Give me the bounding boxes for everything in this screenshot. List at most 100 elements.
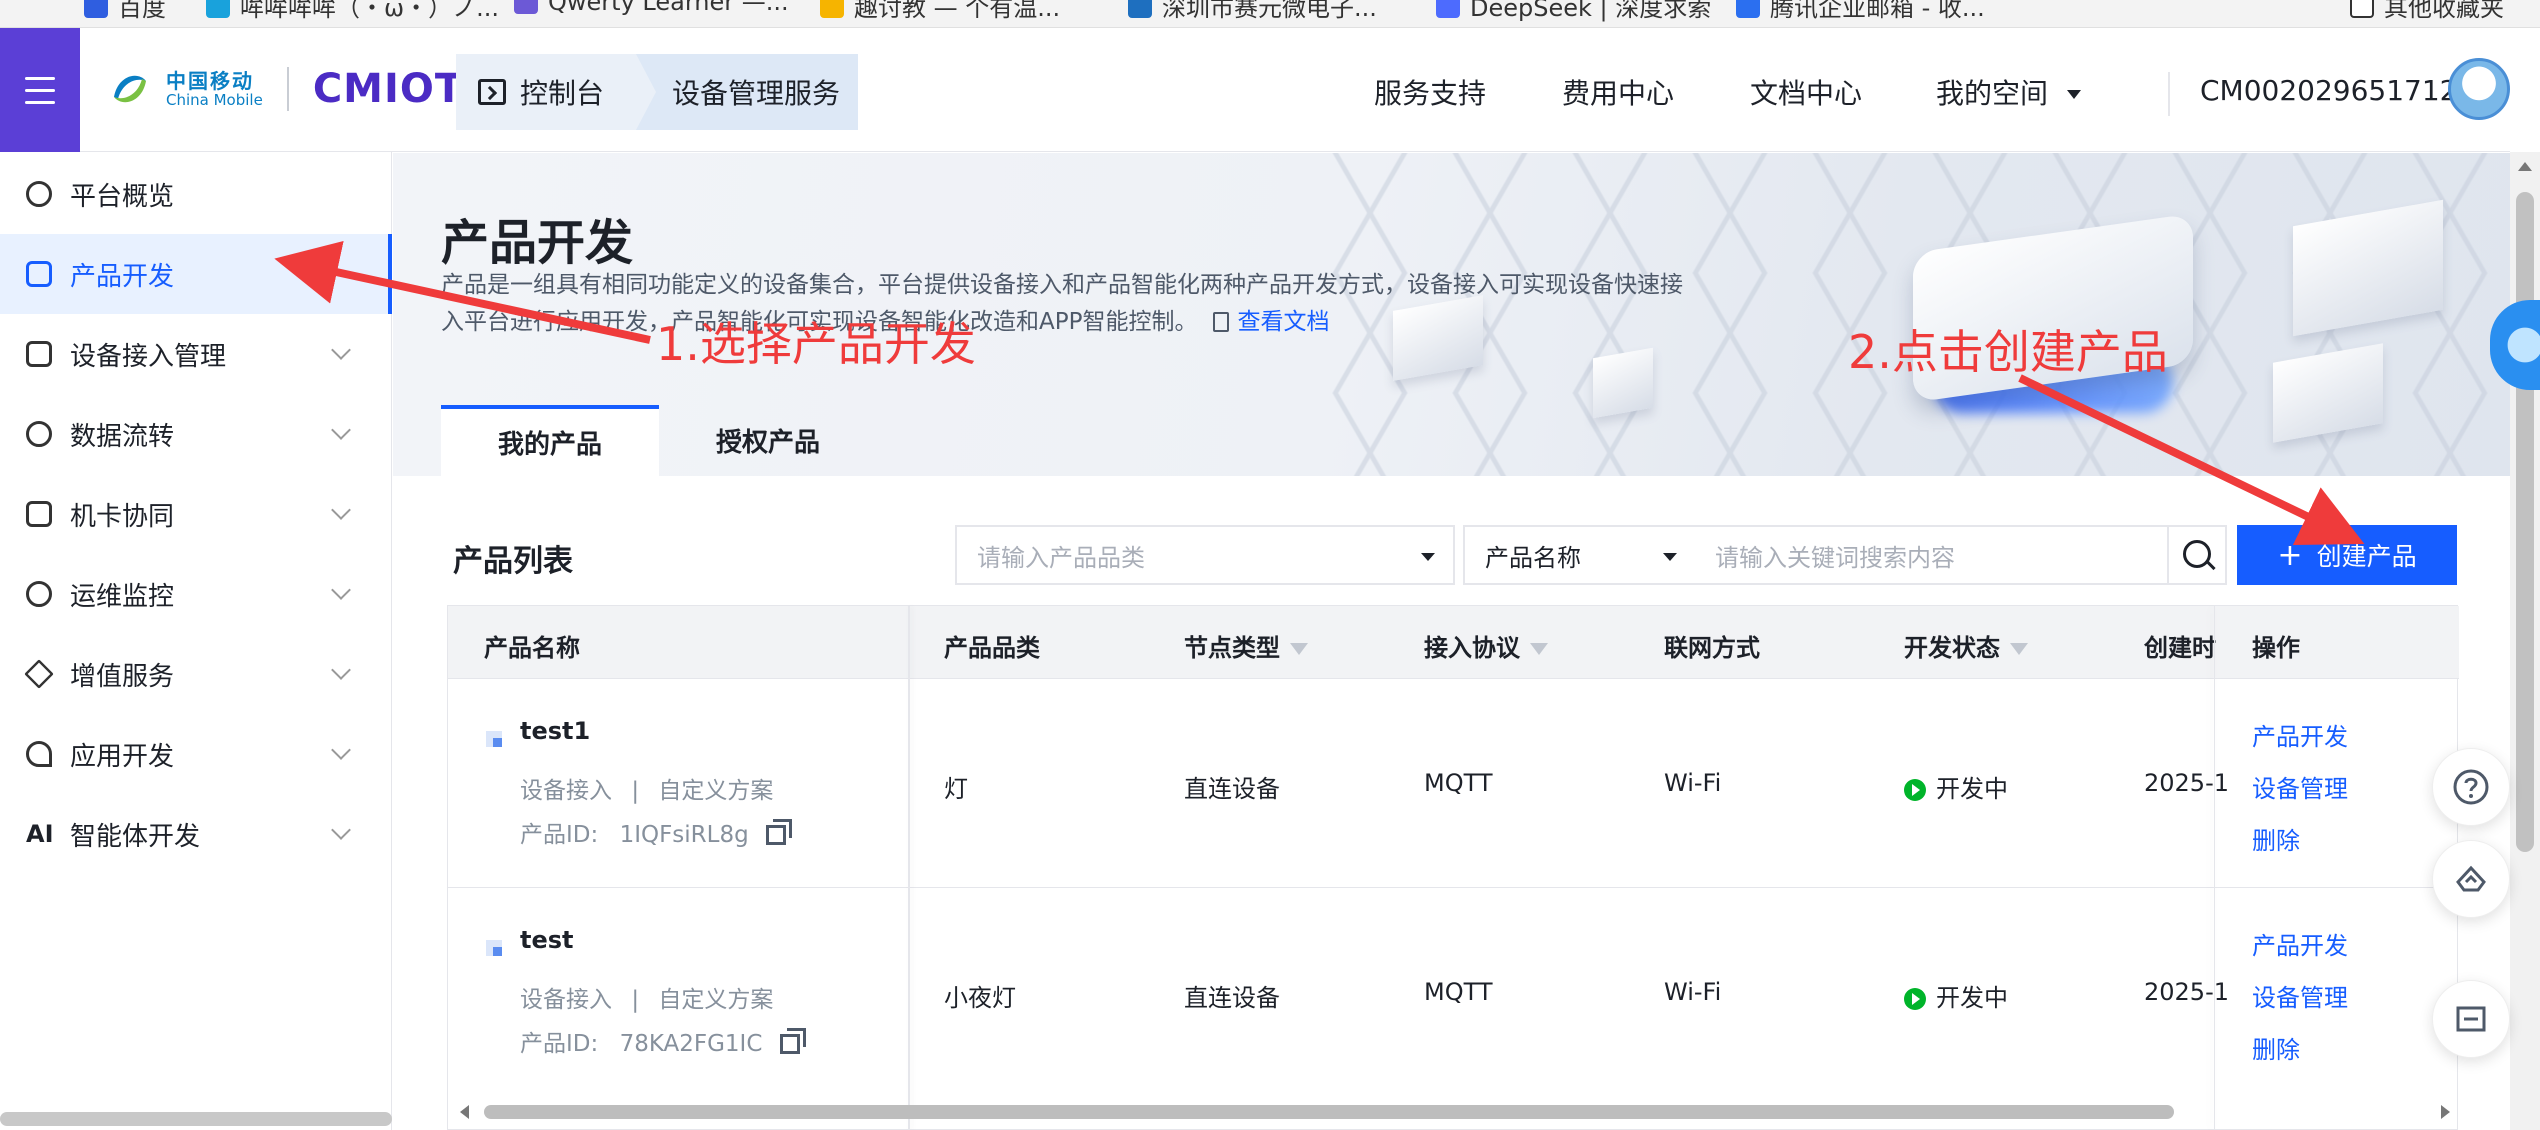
nav-billing-center[interactable]: 费用中心 bbox=[1562, 72, 1674, 112]
copy-icon[interactable] bbox=[779, 1028, 806, 1054]
logo[interactable]: 中国移动 China Mobile CMIOT bbox=[108, 66, 463, 112]
tab-authorized-products[interactable]: 授权产品 bbox=[659, 405, 877, 476]
chevron-down-icon bbox=[331, 420, 351, 440]
access-protocol: MQTT bbox=[1424, 978, 1493, 1006]
filter-icon[interactable] bbox=[1530, 643, 1548, 655]
column-header: 联网方式 bbox=[1664, 634, 1760, 662]
logo-divider bbox=[286, 67, 289, 111]
sidebar-item-card-sync[interactable]: 机卡协同 bbox=[0, 474, 392, 554]
search-field-select[interactable]: 产品名称 bbox=[1463, 525, 1697, 585]
account-id[interactable]: CM002029651712 bbox=[2200, 74, 2457, 107]
user-avatar[interactable] bbox=[2448, 58, 2510, 120]
sidebar-item-value-added[interactable]: 增值服务 bbox=[0, 634, 392, 714]
chevron-down-icon bbox=[331, 500, 351, 520]
nav-service-support[interactable]: 服务支持 bbox=[1374, 72, 1486, 112]
bookmark-item[interactable]: 腾讯企业邮箱 - 收... bbox=[1736, 0, 1985, 23]
product-cube-icon bbox=[26, 261, 52, 287]
column-header: 产品名称 bbox=[484, 634, 580, 662]
copy-icon[interactable] bbox=[766, 819, 793, 845]
scroll-up-arrow-icon[interactable] bbox=[2518, 162, 2532, 171]
nav-my-space[interactable]: 我的空间 bbox=[1936, 72, 2081, 112]
china-mobile-logo-icon bbox=[114, 75, 146, 103]
bookmark-item[interactable]: 趣讨教 — 个有温... bbox=[820, 0, 1060, 23]
annotation-step-2: 2.点击创建产品 bbox=[1848, 325, 2168, 379]
dev-status: 开发中 bbox=[1904, 769, 2008, 804]
search-button[interactable] bbox=[2167, 525, 2227, 585]
product-id: 产品ID: 78KA2FG1IC bbox=[520, 1024, 806, 1058]
back-to-top-button[interactable] bbox=[2432, 840, 2510, 918]
op-delete-link[interactable]: 删除 bbox=[2252, 821, 2300, 856]
chevron-down-icon bbox=[331, 740, 351, 760]
folder-icon bbox=[2350, 0, 2374, 18]
feedback-button[interactable] bbox=[2432, 980, 2510, 1058]
column-header: 创建时 bbox=[2144, 634, 2216, 662]
sidebar: 平台概览 产品开发 设备接入管理 数据流转 机卡协同 运维监控 增值服务 应用开… bbox=[0, 152, 392, 1130]
scrollbar-thumb[interactable] bbox=[2516, 192, 2534, 852]
sidebar-scrollbar[interactable] bbox=[0, 1112, 392, 1126]
page-title: 产品开发 bbox=[441, 215, 634, 271]
op-device-manage-link[interactable]: 设备管理 bbox=[2252, 978, 2348, 1013]
create-product-button[interactable]: + 创建产品 bbox=[2237, 525, 2457, 585]
star-icon bbox=[820, 0, 844, 18]
op-device-manage-link[interactable]: 设备管理 bbox=[2252, 769, 2348, 804]
bookmarks-bar: 百度 哞哞哞哞（・ω・）ノ... Qwerty Learner —... 趣讨教… bbox=[0, 0, 2540, 28]
data-flow-icon bbox=[26, 421, 52, 447]
ai-icon: AI bbox=[26, 820, 54, 848]
sidebar-item-product-dev[interactable]: 产品开发 bbox=[0, 234, 392, 314]
view-docs-link[interactable]: 查看文档 bbox=[1213, 309, 1329, 335]
header-divider bbox=[2168, 72, 2170, 116]
annotation-step-1: 1.选择产品开发 bbox=[656, 317, 976, 371]
product-icon bbox=[486, 731, 502, 747]
sidebar-item-data-flow[interactable]: 数据流转 bbox=[0, 394, 392, 474]
tab-my-products[interactable]: 我的产品 bbox=[441, 405, 659, 476]
help-button[interactable] bbox=[2432, 748, 2510, 826]
filter-icon[interactable] bbox=[2010, 643, 2028, 655]
bookmark-item[interactable]: 哞哞哞哞（・ω・）ノ... bbox=[206, 0, 499, 23]
product-tabs: 我的产品 授权产品 bbox=[441, 405, 877, 476]
question-circle-icon bbox=[2453, 769, 2489, 805]
sidebar-item-app-dev[interactable]: 应用开发 bbox=[0, 714, 392, 794]
nav-doc-center[interactable]: 文档中心 bbox=[1750, 72, 1862, 112]
op-delete-link[interactable]: 删除 bbox=[2252, 1030, 2300, 1065]
sidebar-item-platform-overview[interactable]: 平台概览 bbox=[0, 154, 392, 234]
baidu-icon bbox=[84, 0, 108, 18]
product-name[interactable]: test1 bbox=[520, 717, 590, 745]
chevron-down-icon bbox=[331, 660, 351, 680]
chevron-down-icon bbox=[331, 340, 351, 360]
sidebar-item-ops-monitor[interactable]: 运维监控 bbox=[0, 554, 392, 634]
created-time: 2025-1 bbox=[2144, 978, 2230, 1006]
scroll-left-arrow-icon[interactable] bbox=[460, 1105, 469, 1119]
caret-down-icon bbox=[2066, 90, 2081, 99]
access-protocol: MQTT bbox=[1424, 769, 1493, 797]
op-product-dev-link[interactable]: 产品开发 bbox=[2252, 717, 2348, 752]
top-header: 中国移动 China Mobile CMIOT 控制台 设备管理服务 服务支持 … bbox=[0, 28, 2510, 152]
banner-building bbox=[1593, 347, 1653, 419]
hamburger-menu-button[interactable] bbox=[0, 28, 80, 152]
bookmark-item[interactable]: 深圳市赛元微电子... bbox=[1128, 0, 1377, 23]
op-product-dev-link[interactable]: 产品开发 bbox=[2252, 926, 2348, 961]
column-header-filterable[interactable]: 节点类型 bbox=[1184, 628, 1308, 663]
product-category: 灯 bbox=[944, 775, 968, 803]
deepseek-icon bbox=[1436, 0, 1460, 18]
breadcrumb-device-service[interactable]: 设备管理服务 bbox=[636, 54, 858, 130]
cloud-up-icon bbox=[2456, 865, 2486, 892]
sidebar-item-device-access[interactable]: 设备接入管理 bbox=[0, 314, 392, 394]
bookmark-item[interactable]: DeepSeek | 深度求索 bbox=[1436, 0, 1711, 23]
scroll-right-arrow-icon[interactable] bbox=[2441, 1105, 2450, 1119]
bookmark-folder[interactable]: 其他收藏夹 bbox=[2350, 0, 2504, 23]
breadcrumb-console[interactable]: 控制台 bbox=[456, 54, 656, 130]
column-header-filterable[interactable]: 接入协议 bbox=[1424, 628, 1548, 663]
table-horizontal-scrollbar[interactable] bbox=[460, 1103, 2450, 1121]
scrollbar-thumb[interactable] bbox=[484, 1105, 2174, 1119]
keyword-search-input[interactable]: 请输入关键词搜索内容 bbox=[1695, 525, 2169, 585]
product-name[interactable]: test bbox=[520, 926, 574, 954]
app-dev-icon bbox=[26, 741, 52, 767]
bookmark-item[interactable]: Qwerty Learner —... bbox=[514, 0, 789, 16]
bookmark-item[interactable]: 百度 bbox=[84, 0, 166, 23]
sidebar-item-agent-dev[interactable]: AI 智能体开发 bbox=[0, 794, 392, 874]
page-vertical-scrollbar[interactable] bbox=[2510, 152, 2540, 1130]
chevron-down-icon bbox=[331, 580, 351, 600]
column-header-filterable[interactable]: 开发状态 bbox=[1904, 628, 2028, 663]
filter-icon[interactable] bbox=[1290, 643, 1308, 655]
category-select[interactable]: 请输入产品品类 bbox=[955, 525, 1455, 585]
